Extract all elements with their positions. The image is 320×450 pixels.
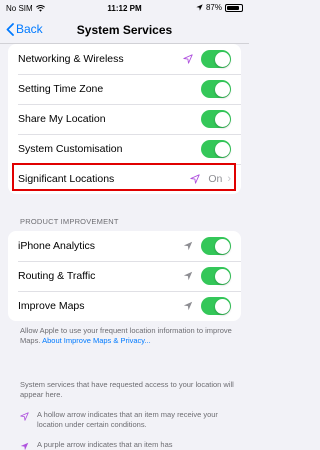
row-improve-maps[interactable]: Improve Maps [8,291,241,321]
toggle-switch[interactable] [201,140,231,158]
row-label: System Customisation [18,143,123,155]
toggle-knob [214,238,230,254]
toggle-switch[interactable] [201,297,231,315]
gray-arrow-icon [183,301,193,311]
legend-hollow-arrow: A hollow arrow indicates that an item ma… [20,410,235,430]
gray-arrow-icon [183,271,193,281]
legend-purple-arrow: A purple arrow indicates that an item ha… [20,440,235,450]
legend-text: A hollow arrow indicates that an item ma… [37,410,218,430]
row-label: Networking & Wireless [18,53,124,65]
battery-icon [225,3,243,12]
battery-fill [227,5,240,10]
battery-percent: 87% [205,3,222,12]
page-title: System Services [76,23,173,37]
product-improvement-group: iPhone Analytics Routing & Traffic Impro… [8,231,241,321]
row-routing-traffic[interactable]: Routing & Traffic [8,261,241,291]
about-improve-maps-link[interactable]: About Improve Maps & Privacy... [42,336,151,345]
row-networking-wireless[interactable]: Networking & Wireless [8,44,241,74]
toggle-switch[interactable] [201,110,231,128]
row-label: Share My Location [18,113,106,125]
row-label: Improve Maps [18,300,85,312]
toggle-switch[interactable] [201,237,231,255]
toggle-knob [214,51,230,67]
row-system-customisation[interactable]: System Customisation [8,134,241,164]
toggle-knob [214,111,230,127]
toggle-knob [214,298,230,314]
toggle-switch[interactable] [201,267,231,285]
legend-text: A purple arrow indicates that an item ha… [37,440,173,449]
toggle-switch[interactable] [201,80,231,98]
hollow-purple-arrow-icon [183,54,193,64]
improve-maps-footer: Allow Apple to use your frequent locatio… [20,326,235,346]
location-arrow-icon [196,4,203,11]
row-label: Setting Time Zone [18,83,104,95]
row-setting-time-zone[interactable]: Setting Time Zone [8,74,241,104]
row-iphone-analytics[interactable]: iPhone Analytics [8,231,241,261]
toggle-knob [214,141,230,157]
highlight-box [12,163,236,191]
status-right: 87% [196,3,243,12]
hollow-purple-arrow-icon [20,412,29,421]
section-header-product-improvement: PRODUCT IMPROVEMENT [20,217,119,226]
purple-arrow-icon [20,442,29,450]
row-label: Routing & Traffic [18,270,96,282]
navigation-bar: Back System Services [0,16,249,44]
gray-arrow-icon [183,241,193,251]
status-bar: No SIM 11:12 PM 87% [0,0,249,16]
toggle-switch[interactable] [201,50,231,68]
toggle-knob [214,268,230,284]
toggle-knob [214,81,230,97]
row-label: iPhone Analytics [18,240,96,252]
legend-intro: System services that have requested acce… [20,380,234,400]
row-share-my-location[interactable]: Share My Location [8,104,241,134]
